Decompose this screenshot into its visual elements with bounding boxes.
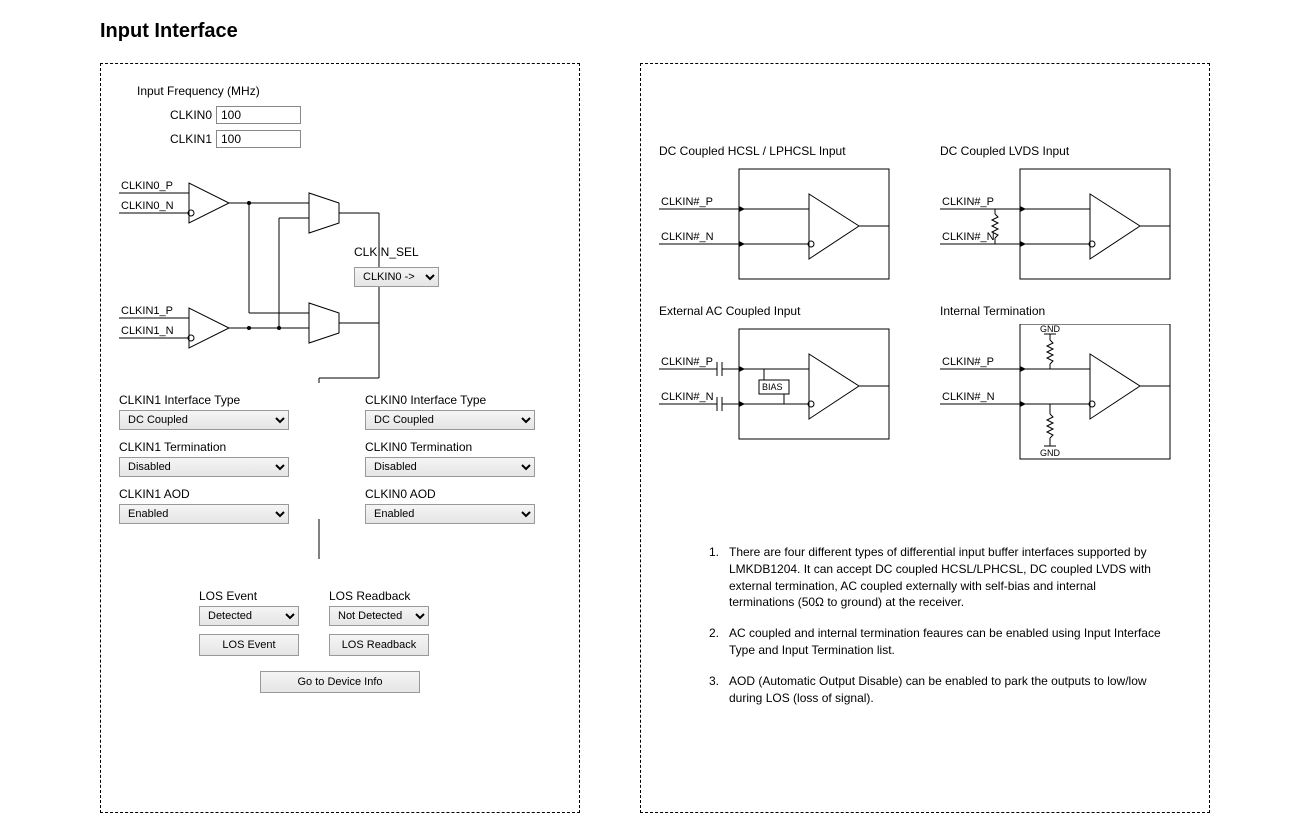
clkin1-aod-label: CLKIN1 AOD [119,487,315,501]
clkin0-term-label: CLKIN0 Termination [365,440,561,454]
los-readback-button[interactable]: LOS Readback [329,634,429,656]
diagram-ac-coupled-title: External AC Coupled Input [659,304,910,318]
left-panel: Input Frequency (MHz) CLKIN0 CLKIN1 [100,63,580,813]
clkin0-if-select[interactable]: DC Coupled [365,410,535,430]
los-event-button[interactable]: LOS Event [199,634,299,656]
svg-text:GND: GND [1040,324,1061,334]
go-device-info-button[interactable]: Go to Device Info [260,671,420,693]
clkin1-freq-input[interactable] [216,130,301,148]
right-panel: DC Coupled HCSL / LPHCSL Input CLKIN#_P … [640,63,1210,813]
note-2: AC coupled and internal termination feau… [729,625,1161,659]
diagram-dc-lvds: DC Coupled LVDS Input CLKIN#_P CLK [940,144,1191,284]
clkin1-term-label: CLKIN1 Termination [119,440,315,454]
clkin1-if-select[interactable]: DC Coupled [119,410,289,430]
freq-header: Input Frequency (MHz) [137,84,561,98]
los-readback-label: LOS Readback [329,589,429,603]
clkin1-if-label: CLKIN1 Interface Type [119,393,315,407]
page-title: Input Interface [20,20,1296,43]
block-diagram: CLKIN0_P CLKIN0_N CLKIN1_P CLKIN1_N CLKI… [119,163,561,383]
los-event-label: LOS Event [199,589,299,603]
los-event-select[interactable]: Detected [199,606,299,626]
clkin1-term-select[interactable]: Disabled [119,457,289,477]
clkin0-freq-label: CLKIN0 [157,108,212,122]
note-3: AOD (Automatic Output Disable) can be en… [729,673,1161,707]
note-1: There are four different types of differ… [729,544,1161,611]
clkin0-freq-input[interactable] [216,106,301,124]
diagram-dc-hcsl-title: DC Coupled HCSL / LPHCSL Input [659,144,910,158]
diagram-ac-coupled: External AC Coupled Input B [659,304,910,464]
pin-clkin0-p: CLKIN0_P [121,180,173,192]
diagram-internal-term-title: Internal Termination [940,304,1191,318]
notes: 1.There are four different types of diff… [659,544,1191,706]
clkin0-term-select[interactable]: Disabled [365,457,535,477]
clkin0-aod-label: CLKIN0 AOD [365,487,561,501]
pin-clkin1-p: CLKIN1_P [121,305,173,317]
diagram-dc-hcsl: DC Coupled HCSL / LPHCSL Input CLKIN#_P … [659,144,910,284]
svg-text:BIAS: BIAS [762,382,783,392]
diagram-dc-lvds-title: DC Coupled LVDS Input [940,144,1191,158]
clkin-sel-label: CLKIN_SEL [354,245,439,259]
clkin1-freq-label: CLKIN1 [157,132,212,146]
los-readback-select[interactable]: Not Detected [329,606,429,626]
clkin0-if-label: CLKIN0 Interface Type [365,393,561,407]
pin-clkin0-n: CLKIN0_N [121,200,174,212]
diagram-internal-term: Internal Termination [940,304,1191,464]
pin-clkin1-n: CLKIN1_N [121,325,174,337]
clkin-sel-select[interactable]: CLKIN0 -> [354,267,439,287]
svg-text:GND: GND [1040,448,1061,458]
